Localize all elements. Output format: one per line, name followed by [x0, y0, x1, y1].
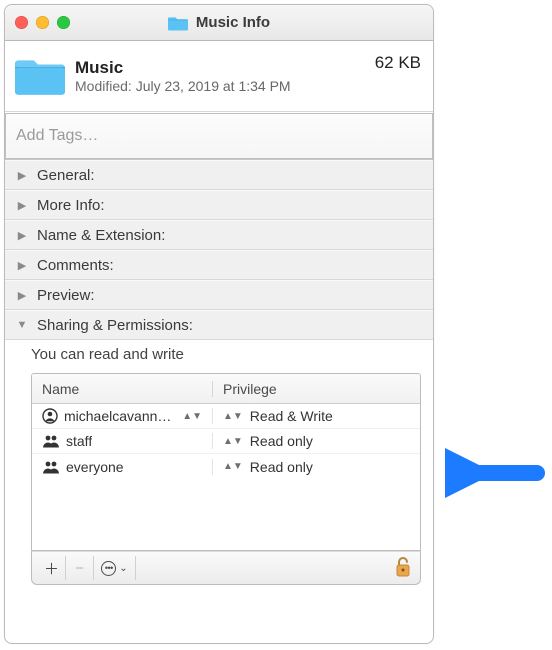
- permissions-toolbar: ＋ − ••• ⌄: [31, 551, 421, 585]
- chevron-right-icon: ▶: [15, 229, 29, 242]
- privilege-value: Read & Write: [250, 408, 333, 424]
- stepper-icon: ▲▼: [223, 461, 243, 472]
- section-label: General:: [37, 167, 95, 184]
- sharing-body: You can read and write Name Privilege mi…: [5, 340, 433, 643]
- sections-list: ▶ General: ▶ More Info: ▶ Name & Extensi…: [5, 160, 433, 340]
- section-label: Name & Extension:: [37, 227, 165, 244]
- modified-label: Modified:: [75, 78, 132, 94]
- section-name-extension[interactable]: ▶ Name & Extension:: [5, 220, 433, 250]
- add-button[interactable]: ＋: [38, 556, 66, 580]
- group-icon: [42, 460, 60, 474]
- group-icon: [42, 434, 60, 448]
- section-preview[interactable]: ▶ Preview:: [5, 280, 433, 310]
- stepper-icon: ▲▼: [223, 436, 243, 447]
- privilege-value: Read only: [250, 433, 313, 449]
- chevron-right-icon: ▶: [15, 259, 29, 272]
- remove-button[interactable]: −: [66, 556, 94, 580]
- section-comments[interactable]: ▶ Comments:: [5, 250, 433, 280]
- info-window: Music Info Music Modified: July 23, 2019…: [4, 4, 434, 644]
- section-label: Comments:: [37, 257, 114, 274]
- titlebar: Music Info: [5, 5, 433, 41]
- section-label: Sharing & Permissions:: [37, 317, 193, 334]
- action-menu-button[interactable]: ••• ⌄: [94, 556, 136, 580]
- tags-section: [5, 112, 433, 160]
- info-header: Music Modified: July 23, 2019 at 1:34 PM…: [5, 41, 433, 112]
- close-window-button[interactable]: [15, 16, 28, 29]
- chevron-down-icon: ▼: [15, 319, 29, 331]
- section-label: Preview:: [37, 287, 95, 304]
- window-controls: [15, 16, 70, 29]
- stepper-icon: ▲▼: [223, 411, 243, 422]
- ellipsis-icon: •••: [101, 561, 116, 576]
- modified-value: July 23, 2019 at 1:34 PM: [136, 78, 291, 94]
- table-header: Name Privilege: [32, 374, 420, 404]
- user-name: everyone: [66, 459, 124, 475]
- chevron-down-icon: ⌄: [119, 563, 127, 574]
- chevron-right-icon: ▶: [15, 169, 29, 182]
- window-title: Music Info: [196, 14, 270, 31]
- folder-icon: [168, 14, 188, 32]
- lock-button[interactable]: [394, 557, 412, 579]
- tags-input[interactable]: [5, 113, 433, 159]
- table-row[interactable]: everyone ▲▼ Read only: [32, 454, 420, 479]
- item-size: 62 KB: [375, 53, 421, 73]
- section-label: More Info:: [37, 197, 105, 214]
- section-more-info[interactable]: ▶ More Info:: [5, 190, 433, 220]
- zoom-window-button[interactable]: [57, 16, 70, 29]
- permission-summary: You can read and write: [31, 346, 421, 363]
- section-sharing-permissions[interactable]: ▼ Sharing & Permissions:: [5, 310, 433, 340]
- table-row[interactable]: michaelcavann… ▲▼ ▲▼ Read & Write: [32, 404, 420, 429]
- minimize-window-button[interactable]: [36, 16, 49, 29]
- chevron-right-icon: ▶: [15, 199, 29, 212]
- folder-icon: [15, 51, 65, 101]
- column-name[interactable]: Name: [32, 381, 212, 397]
- user-name: staff: [66, 433, 92, 449]
- permissions-table: Name Privilege michaelcavann… ▲▼ ▲▼ Read…: [31, 373, 421, 551]
- chevron-right-icon: ▶: [15, 289, 29, 302]
- stepper-icon: ▲▼: [182, 411, 202, 422]
- privilege-value: Read only: [250, 459, 313, 475]
- section-general[interactable]: ▶ General:: [5, 160, 433, 190]
- annotation-arrow: [445, 448, 545, 498]
- column-privilege[interactable]: Privilege: [212, 381, 420, 397]
- person-icon: [42, 408, 58, 424]
- table-row[interactable]: staff ▲▼ Read only: [32, 429, 420, 454]
- user-name: michaelcavann…: [64, 408, 171, 424]
- item-name: Music: [75, 58, 365, 78]
